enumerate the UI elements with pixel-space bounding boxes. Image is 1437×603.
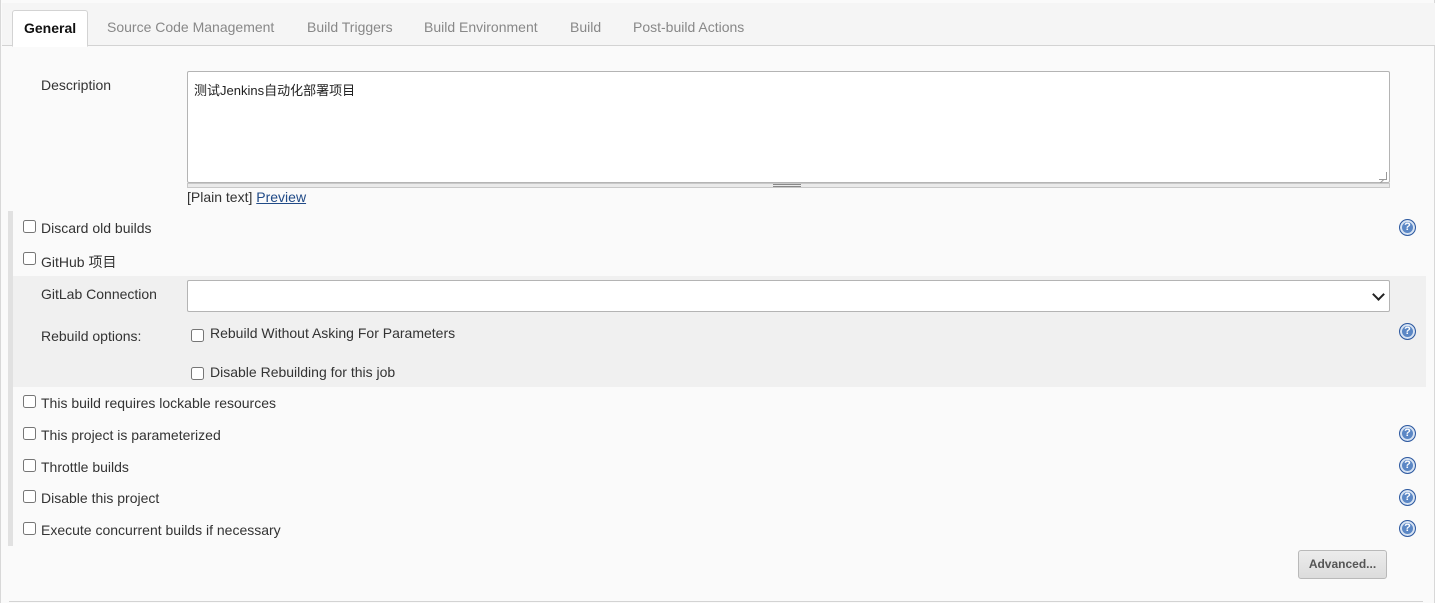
discard-old-builds-label: Discard old builds <box>41 220 152 236</box>
description-text: 测试Jenkins自动化部署项目 <box>194 83 356 98</box>
tab-build[interactable]: Build <box>559 10 612 47</box>
discard-old-builds-checkbox[interactable] <box>23 220 36 233</box>
rebuild-without-asking-label: Rebuild Without Asking For Parameters <box>210 325 456 341</box>
tab-bar: General Source Code Management Build Tri… <box>2 3 1435 47</box>
help-icon[interactable]: ? <box>1399 425 1416 442</box>
github-project-checkbox[interactable] <box>23 252 36 265</box>
disable-project-checkbox[interactable] <box>23 490 36 503</box>
tab-general[interactable]: General <box>12 10 89 47</box>
description-label: Description <box>41 77 112 93</box>
parameterized-label: This project is parameterized <box>41 427 221 443</box>
github-project-label: GitHub 项目 <box>41 254 117 270</box>
preview-link[interactable]: Preview <box>256 189 306 205</box>
rebuild-without-asking-checkbox[interactable] <box>191 329 204 342</box>
config-panel: General Source Code Management Build Tri… <box>0 0 1435 603</box>
format-label: [Plain text] <box>187 189 253 205</box>
gitlab-connection-select[interactable] <box>187 280 1390 312</box>
help-icon[interactable]: ? <box>1399 489 1416 506</box>
divider <box>9 601 1423 602</box>
tab-build-triggers[interactable]: Build Triggers <box>296 10 404 47</box>
help-icon[interactable]: ? <box>1399 219 1416 236</box>
description-format: [Plain text] Preview <box>187 189 306 205</box>
disable-project-label: Disable this project <box>41 490 160 506</box>
help-icon[interactable]: ? <box>1399 323 1416 340</box>
rebuild-options-label: Rebuild options: <box>41 328 142 344</box>
chevron-down-icon <box>1372 288 1385 301</box>
tab-build-environment[interactable]: Build Environment <box>413 10 549 47</box>
throttle-builds-label: Throttle builds <box>41 459 129 475</box>
description-textarea[interactable]: 测试Jenkins自动化部署项目 <box>187 71 1390 183</box>
textarea-resize-icon[interactable] <box>1379 172 1387 180</box>
throttle-builds-checkbox[interactable] <box>23 459 36 472</box>
disable-rebuilding-checkbox[interactable] <box>191 367 204 380</box>
grip-icon <box>773 184 801 187</box>
tab-post-build-actions[interactable]: Post-build Actions <box>622 10 755 47</box>
lockable-resources-label: This build requires lockable resources <box>41 395 276 411</box>
help-icon[interactable]: ? <box>1399 457 1416 474</box>
parameterized-checkbox[interactable] <box>23 427 36 440</box>
concurrent-builds-checkbox[interactable] <box>23 522 36 535</box>
concurrent-builds-label: Execute concurrent builds if necessary <box>41 522 281 538</box>
tab-source-code-management[interactable]: Source Code Management <box>96 10 285 47</box>
help-icon[interactable]: ? <box>1399 520 1416 537</box>
advanced-button[interactable]: Advanced... <box>1298 550 1387 579</box>
disable-rebuilding-label: Disable Rebuilding for this job <box>210 364 396 380</box>
gitlab-connection-label: GitLab Connection <box>41 286 157 302</box>
lockable-resources-checkbox[interactable] <box>23 395 36 408</box>
